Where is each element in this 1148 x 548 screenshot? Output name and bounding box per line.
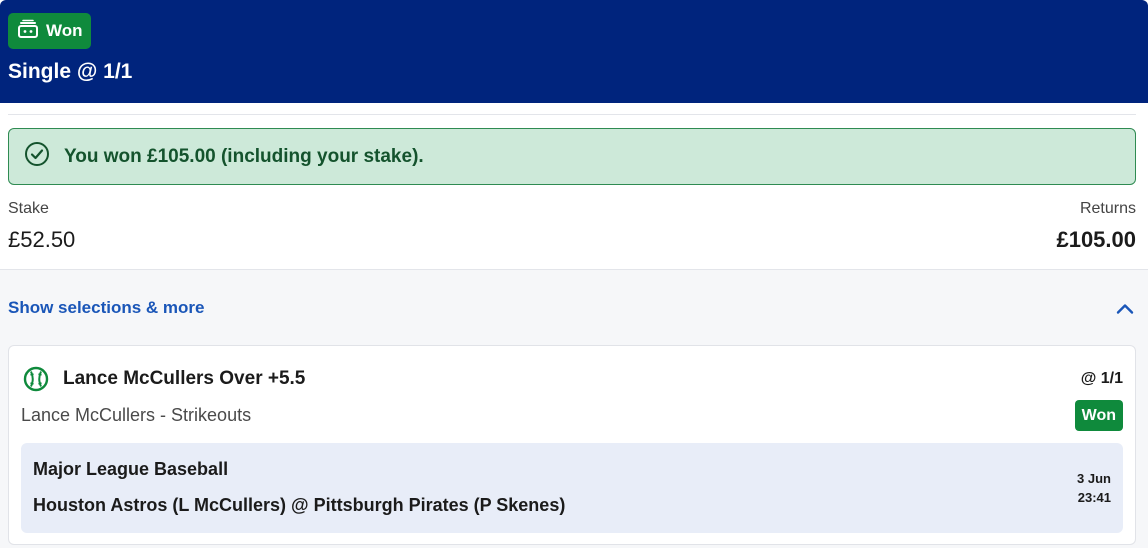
stake-label: Stake bbox=[8, 200, 49, 217]
show-selections-toggle[interactable]: Show selections & more bbox=[8, 298, 1136, 320]
selection-card: Lance McCullers Over +5.5 @ 1/1 Lance Mc… bbox=[8, 345, 1136, 545]
selection-market: Lance McCullers - Strikeouts bbox=[21, 405, 252, 425]
event-name: Houston Astros (L McCullers) @ Pittsburg… bbox=[33, 495, 566, 515]
event-time: 23:41 bbox=[1077, 490, 1111, 505]
bet-header: Won Single @ 1/1 bbox=[0, 0, 1148, 103]
event-details: Major League Baseball Houston Astros (L … bbox=[21, 443, 1123, 533]
selection-result-badge: Won bbox=[1074, 400, 1123, 431]
stake-value: £52.50 bbox=[8, 227, 76, 252]
win-message: You won £105.00 (including your stake). bbox=[64, 145, 424, 167]
selection-odds: @ 1/1 bbox=[1080, 370, 1123, 387]
returns-label: Returns bbox=[1079, 200, 1136, 217]
bet-receipt: Won Single @ 1/1 You won £105.00 (includ… bbox=[0, 0, 1148, 548]
show-selections-link[interactable]: Show selections & more bbox=[8, 298, 205, 318]
baseball-icon bbox=[23, 366, 49, 392]
status-badge: Won bbox=[8, 13, 91, 49]
bet-title: Single @ 1/1 bbox=[8, 60, 133, 83]
check-circle-icon bbox=[24, 141, 50, 172]
returns-value: £105.00 bbox=[1056, 227, 1136, 252]
ticket-icon bbox=[17, 19, 39, 44]
win-banner: You won £105.00 (including your stake). bbox=[8, 128, 1136, 185]
status-label: Won bbox=[46, 21, 83, 40]
event-date: 3 Jun bbox=[1077, 471, 1111, 486]
divider bbox=[8, 114, 1136, 115]
chevron-up-icon[interactable] bbox=[1114, 298, 1136, 320]
selection-title: Lance McCullers Over +5.5 bbox=[63, 368, 306, 389]
event-league: Major League Baseball bbox=[33, 459, 229, 479]
selections-section: Show selections & more Lance McCullers O… bbox=[0, 269, 1148, 548]
